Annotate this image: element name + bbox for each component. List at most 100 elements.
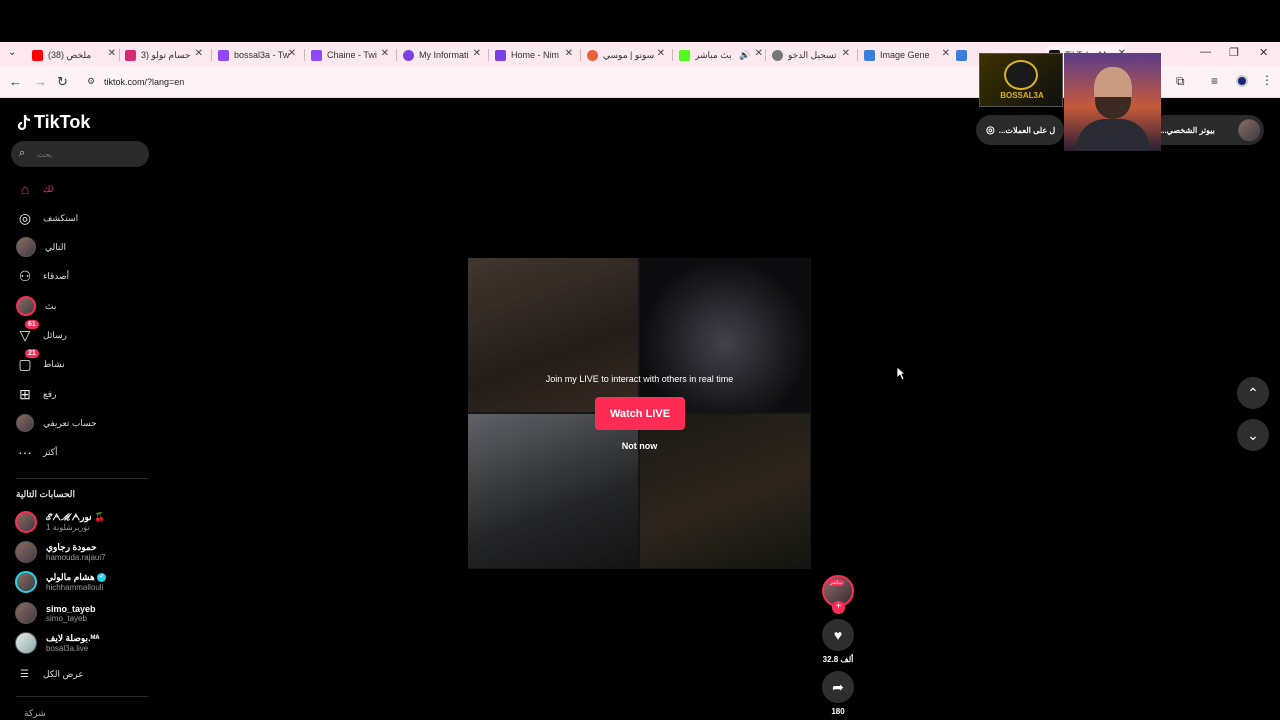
browser-tab[interactable]: تسجيل الدخو ✕ bbox=[772, 45, 850, 65]
profile-icon bbox=[16, 414, 34, 432]
reload-icon[interactable]: ↻ bbox=[57, 74, 68, 90]
creator-avatar[interactable]: مباشر + bbox=[822, 575, 854, 614]
tab-label: Home - Nim bbox=[511, 50, 560, 60]
get-coins-pill[interactable]: ◎ ...ل على العملات bbox=[976, 115, 1064, 145]
account-handle: hamouda.rajaui7 bbox=[46, 553, 106, 562]
live-overlay: Join my LIVE to interact with others in … bbox=[468, 258, 811, 569]
close-icon[interactable]: ✕ bbox=[755, 48, 763, 59]
search-box[interactable]: ⌕ bbox=[11, 141, 149, 167]
document-icon bbox=[956, 49, 967, 61]
nav-item-live[interactable]: بث bbox=[16, 295, 56, 317]
browser-tab[interactable]: Home - Nim ✕ bbox=[495, 45, 573, 65]
nav-label: أصدقاء bbox=[43, 270, 70, 281]
nav-item-explore[interactable]: ◎ استكشف bbox=[16, 207, 78, 229]
share-button[interactable]: ➦ bbox=[822, 671, 854, 703]
forward-icon[interactable]: → bbox=[34, 74, 47, 89]
window-close-icon[interactable]: ✕ bbox=[1259, 46, 1268, 59]
following-account[interactable]: حمودة رجاوي hamouda.rajaui7 bbox=[15, 541, 106, 563]
nav-item-profile[interactable]: حساب تعريفي bbox=[16, 412, 97, 434]
live-tag: مباشر bbox=[829, 580, 844, 586]
profile-avatar[interactable] bbox=[1236, 75, 1248, 87]
desktop-app-pill[interactable]: ...بيوتر الشخصي bbox=[1150, 115, 1264, 145]
close-icon[interactable]: ✕ bbox=[565, 48, 573, 59]
avatar bbox=[15, 602, 37, 624]
nav-label: رسائل bbox=[43, 329, 67, 340]
nav-item-following[interactable]: التالي bbox=[16, 236, 66, 258]
nav-item-activity[interactable]: ▢ 21 نشاط bbox=[16, 349, 65, 375]
follow-plus-icon[interactable]: + bbox=[832, 601, 845, 614]
tiktok-logo[interactable]: TikTok bbox=[16, 112, 90, 133]
tab-label: حسام تولو (3 bbox=[141, 49, 191, 60]
nav-label: بث bbox=[45, 300, 57, 311]
kick-icon bbox=[679, 49, 690, 61]
browser-tab[interactable]: bossal3a - Tw ✕ bbox=[218, 45, 296, 65]
close-icon[interactable]: ✕ bbox=[108, 48, 116, 59]
media-control-icon[interactable]: ≡ bbox=[1211, 74, 1218, 88]
nav-label: نشاط bbox=[43, 358, 65, 369]
browser-tab[interactable]: بث مباشر 🔊 ✕ bbox=[679, 45, 763, 65]
close-icon[interactable]: ✕ bbox=[942, 48, 950, 59]
nav-item-for-you[interactable]: ⌂ لك bbox=[16, 178, 54, 200]
menu-kebab-icon[interactable]: ⋮ bbox=[1261, 73, 1273, 87]
like-button[interactable]: ♥ bbox=[822, 619, 854, 651]
like-count: 32.8 ألف bbox=[822, 655, 854, 664]
following-account[interactable]: ℰᗅℳᗅنور 🍒 نوربرشلونة 1 bbox=[15, 511, 105, 533]
account-name: simo_tayeb bbox=[46, 603, 96, 614]
following-title: الحسابات التالية bbox=[16, 489, 76, 499]
mouse-cursor-icon bbox=[896, 366, 906, 381]
account-name: حمودة رجاوي bbox=[46, 542, 97, 552]
not-now-button[interactable]: Not now bbox=[468, 441, 811, 451]
browser-tab[interactable]: (38) ملخص ✕ bbox=[32, 45, 116, 65]
list-icon: ☰ bbox=[20, 668, 29, 680]
extensions-icon[interactable]: ⧉ bbox=[1176, 74, 1185, 89]
avatar bbox=[15, 632, 37, 654]
nav-item-more[interactable]: ··· أكثر bbox=[16, 441, 57, 463]
browser-tab[interactable]: Chaine - Twi ✕ bbox=[311, 45, 389, 65]
nav-item-friends[interactable]: ⚇ أصدقاء bbox=[16, 265, 69, 287]
maximize-icon[interactable]: ❐ bbox=[1229, 46, 1239, 59]
desktop-app-label: ...بيوتر الشخصي bbox=[1160, 125, 1215, 135]
speaker-icon: 🔊 bbox=[739, 49, 751, 60]
address-bar[interactable]: ⚙ tiktok.com/?lang=en bbox=[78, 72, 978, 92]
following-account[interactable]: بوصلة لايف.ᴹᴬ bosal3a.live bbox=[15, 632, 100, 654]
previous-video-button[interactable]: ⌃ bbox=[1237, 377, 1269, 409]
tab-label: بث مباشر bbox=[695, 49, 732, 60]
live-video-preview[interactable]: Join my LIVE to interact with others in … bbox=[468, 258, 811, 569]
next-video-button[interactable]: ⌄ bbox=[1237, 419, 1269, 451]
account-name: هشام مالولي bbox=[46, 572, 95, 582]
nav-item-messages[interactable]: ▽ 61 رسائل bbox=[16, 320, 67, 346]
see-all-link[interactable]: ☰ عرض الكل bbox=[20, 663, 84, 685]
tab-list-chevron-icon[interactable]: ⌄ bbox=[8, 47, 16, 58]
close-icon[interactable]: ✕ bbox=[195, 48, 203, 59]
watch-live-button[interactable]: Watch LIVE bbox=[595, 397, 685, 430]
friends-icon: ⚇ bbox=[18, 267, 32, 284]
minimize-icon[interactable]: — bbox=[1200, 46, 1211, 58]
divider bbox=[16, 696, 148, 697]
avatar bbox=[15, 541, 37, 563]
account-name: بوصلة لايف.ᴹᴬ bbox=[46, 633, 100, 643]
site-settings-icon[interactable]: ⚙ bbox=[87, 76, 95, 87]
account-handle: bosal3a.live bbox=[46, 644, 89, 653]
close-icon[interactable]: ✕ bbox=[473, 48, 481, 59]
browser-tab[interactable]: My Informati ✕ bbox=[403, 45, 481, 65]
live-icon bbox=[16, 296, 36, 316]
close-icon[interactable]: ✕ bbox=[381, 48, 389, 59]
search-input[interactable] bbox=[33, 146, 143, 162]
browser-tab[interactable]: حسام تولو (3 ✕ bbox=[125, 45, 203, 65]
close-icon[interactable]: ✕ bbox=[657, 48, 665, 59]
share-count: 180 bbox=[831, 707, 845, 716]
following-account[interactable]: simo_tayeb simo_tayeb bbox=[15, 602, 96, 624]
browser-tab[interactable]: سونو | موسي ✕ bbox=[587, 45, 665, 65]
following-account[interactable]: هشام مالولي ✓ hichhammallouli bbox=[15, 571, 107, 593]
close-icon[interactable]: ✕ bbox=[842, 48, 850, 59]
account-handle: نوربرشلونة 1 bbox=[46, 523, 90, 532]
footer-company-link[interactable]: شركة bbox=[24, 708, 46, 719]
back-icon[interactable]: ← bbox=[9, 74, 22, 89]
nav-item-upload[interactable]: ⊞ رفع bbox=[16, 383, 56, 405]
image-generator-icon bbox=[864, 49, 875, 61]
close-icon[interactable]: ✕ bbox=[288, 48, 296, 59]
messages-icon: ▽ 61 bbox=[16, 320, 39, 344]
browser-tab[interactable]: Image Gene ✕ bbox=[864, 45, 950, 65]
avatar bbox=[15, 571, 37, 593]
divider bbox=[16, 478, 148, 479]
